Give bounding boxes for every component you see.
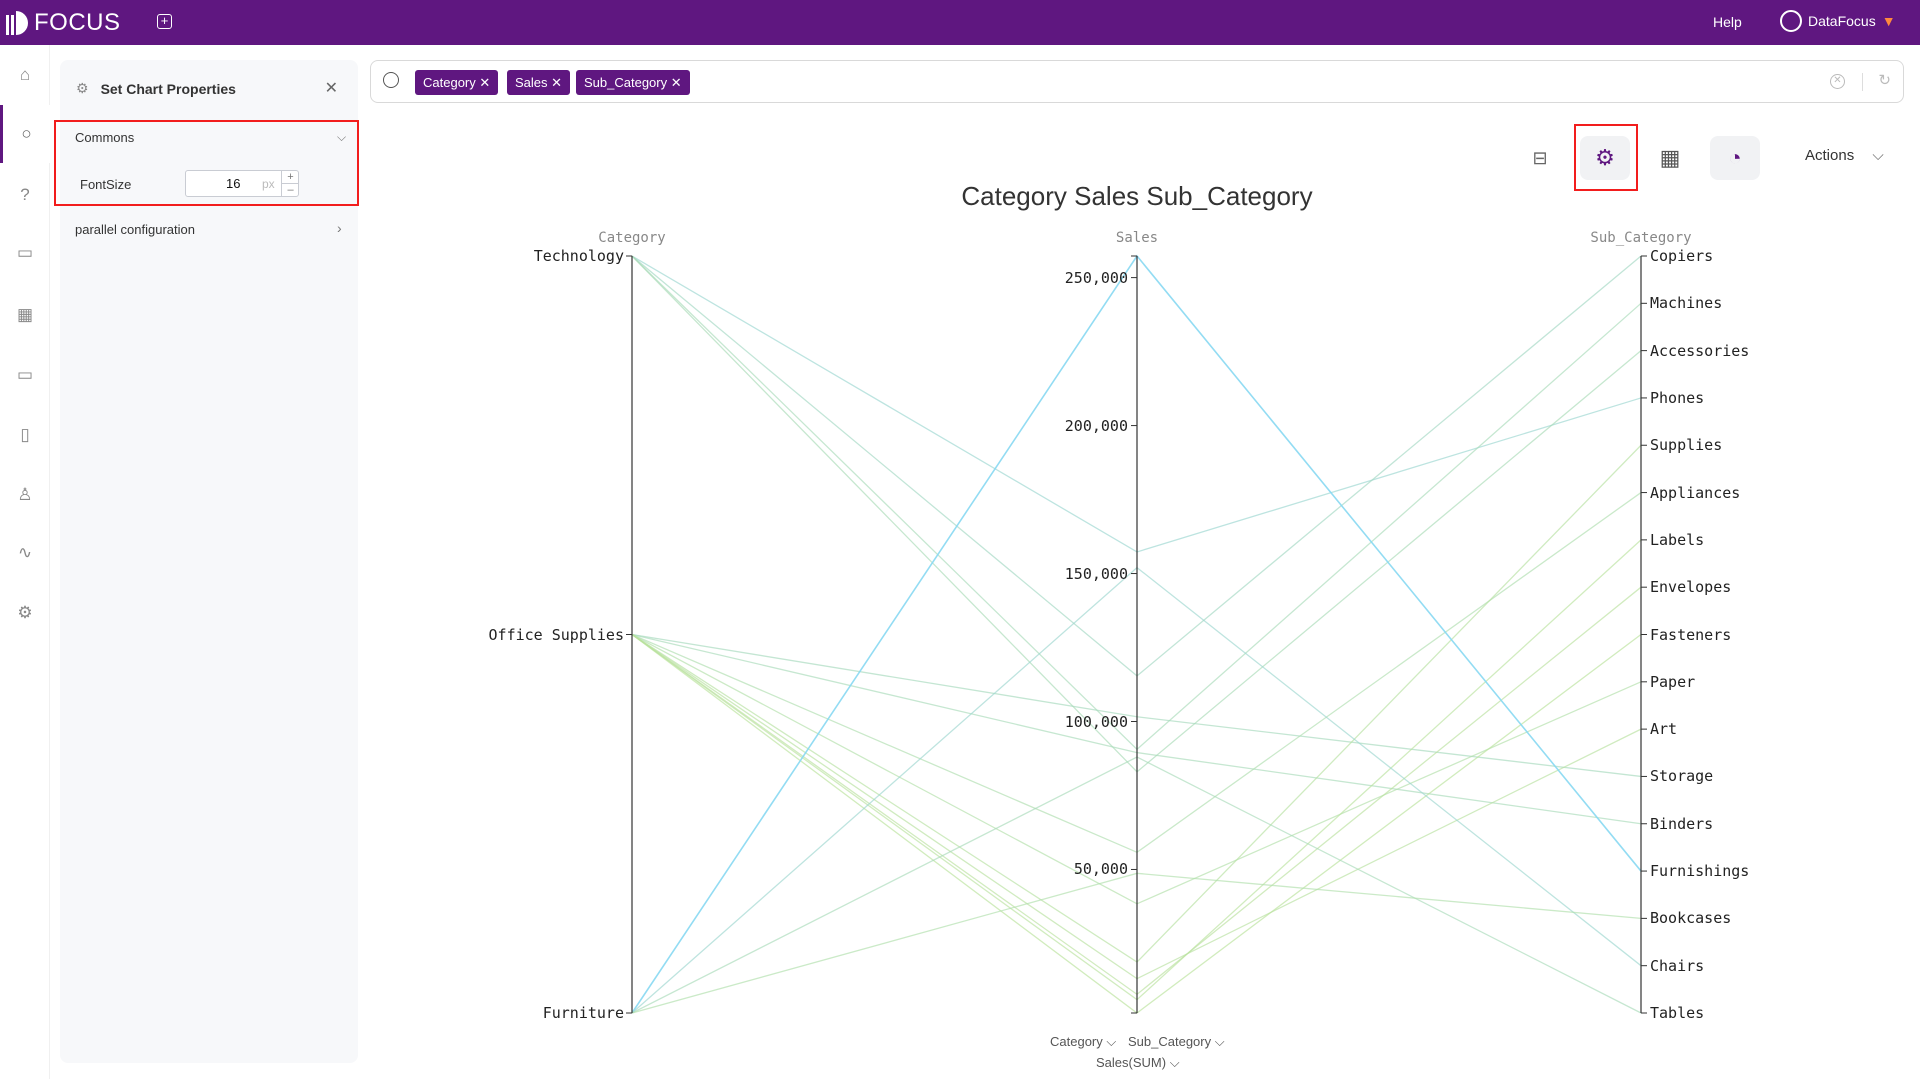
sub-category-tick-label: Labels <box>1650 530 1705 549</box>
dropdown-label: Sales(SUM) <box>1096 1055 1167 1070</box>
sub-category-tick-label: Copiers <box>1650 247 1714 265</box>
dropdown-label: Category <box>1050 1034 1103 1049</box>
sub-category-tick-label: Appliances <box>1650 483 1741 502</box>
dropdown-label: Sub_Category <box>1128 1034 1212 1049</box>
axis-name: Category <box>598 230 666 246</box>
sub-category-tick-label: Bookcases <box>1650 909 1732 928</box>
sub-category-tick-label: Storage <box>1650 767 1714 786</box>
sub-category-tick-label: Accessories <box>1650 341 1750 360</box>
sub-category-tick-label: Binders <box>1650 814 1714 833</box>
chevron-down-icon: ⌵ <box>1214 1034 1225 1049</box>
sales-tick-label: 50,000 <box>1073 860 1128 879</box>
sub-category-tick-label: Art <box>1650 720 1678 739</box>
sub-category-tick-label: Phones <box>1650 388 1705 407</box>
sub-category-tick-label: Envelopes <box>1650 578 1732 597</box>
sub-category-tick-label: Paper <box>1650 672 1696 691</box>
category-tick-label: Technology <box>533 247 624 265</box>
sales-tick-label: 100,000 <box>1064 712 1128 731</box>
category-tick-label: Furniture <box>542 1004 624 1022</box>
category-tick-label: Office Supplies <box>488 625 624 644</box>
sub-category-tick-label: Machines <box>1650 294 1723 313</box>
sub-category-tick-label: Furnishings <box>1650 862 1750 881</box>
category-dropdown[interactable]: Category ⌵ <box>1050 1034 1116 1050</box>
axis-name: Sales <box>1115 230 1159 246</box>
sales-tick-label: 250,000 <box>1064 268 1128 287</box>
sub-category-tick-label: Chairs <box>1650 956 1705 975</box>
sub-category-dropdown[interactable]: Sub_Category ⌵ <box>1128 1034 1225 1050</box>
parallel-chart <box>626 254 1647 1014</box>
chevron-down-icon: ⌵ <box>1106 1034 1117 1049</box>
sub-category-tick-label: Fasteners <box>1650 625 1732 644</box>
chevron-down-icon: ⌵ <box>1169 1055 1180 1070</box>
axis-name: Sub_Category <box>1590 230 1692 246</box>
sales-dropdown[interactable]: Sales(SUM) ⌵ <box>1096 1055 1180 1071</box>
sub-category-tick-label: Tables <box>1650 1004 1705 1022</box>
sales-tick-label: 150,000 <box>1064 564 1128 583</box>
sub-category-tick-label: Supplies <box>1650 436 1723 455</box>
sales-tick-label: 200,000 <box>1064 416 1128 435</box>
